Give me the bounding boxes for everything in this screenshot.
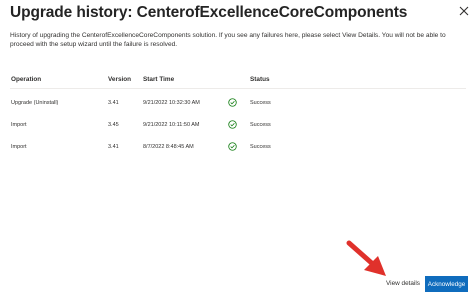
- header-divider: [10, 88, 466, 89]
- operation-cell: Import: [11, 122, 27, 128]
- column-header-status: Status: [250, 76, 270, 83]
- view-details-button[interactable]: View details: [386, 280, 420, 287]
- upgrade-history-dialog: Upgrade history: CenterofExcellenceCoreC…: [0, 0, 474, 296]
- operation-cell: Upgrade (Uninstall): [11, 100, 59, 106]
- check-circle-icon: [228, 120, 237, 129]
- column-header-version: Version: [108, 76, 132, 83]
- status-cell: Success: [250, 122, 271, 128]
- start-time-cell: 8/7/2022 8:48:45 AM: [143, 144, 194, 150]
- operation-cell: Import: [11, 144, 27, 150]
- status-cell: Success: [250, 100, 271, 106]
- check-circle-icon: [228, 142, 237, 151]
- start-time-cell: 9/21/2022 10:32:30 AM: [143, 100, 200, 106]
- version-cell: 3.41: [108, 100, 119, 106]
- version-cell: 3.41: [108, 144, 119, 150]
- table-row: Upgrade (Uninstall) 3.41 9/21/2022 10:32…: [10, 97, 466, 111]
- check-circle-icon: [228, 98, 237, 107]
- close-icon[interactable]: [458, 5, 470, 17]
- column-header-operation: Operation: [11, 76, 42, 83]
- version-cell: 3.45: [108, 122, 119, 128]
- dialog-description: History of upgrading the CenterofExcelle…: [10, 32, 446, 49]
- dialog-title: Upgrade history: CenterofExcellenceCoreC…: [10, 4, 408, 21]
- table-row: Import 3.45 9/21/2022 10:11:50 AM Succes…: [10, 119, 466, 133]
- status-cell: Success: [250, 144, 271, 150]
- start-time-cell: 9/21/2022 10:11:50 AM: [143, 122, 200, 128]
- table-header: Operation Version Start Time Status: [10, 74, 466, 86]
- acknowledge-button[interactable]: Acknowledge: [425, 276, 468, 292]
- table-row: Import 3.41 8/7/2022 8:48:45 AM Success: [10, 141, 466, 155]
- column-header-start-time: Start Time: [143, 76, 175, 83]
